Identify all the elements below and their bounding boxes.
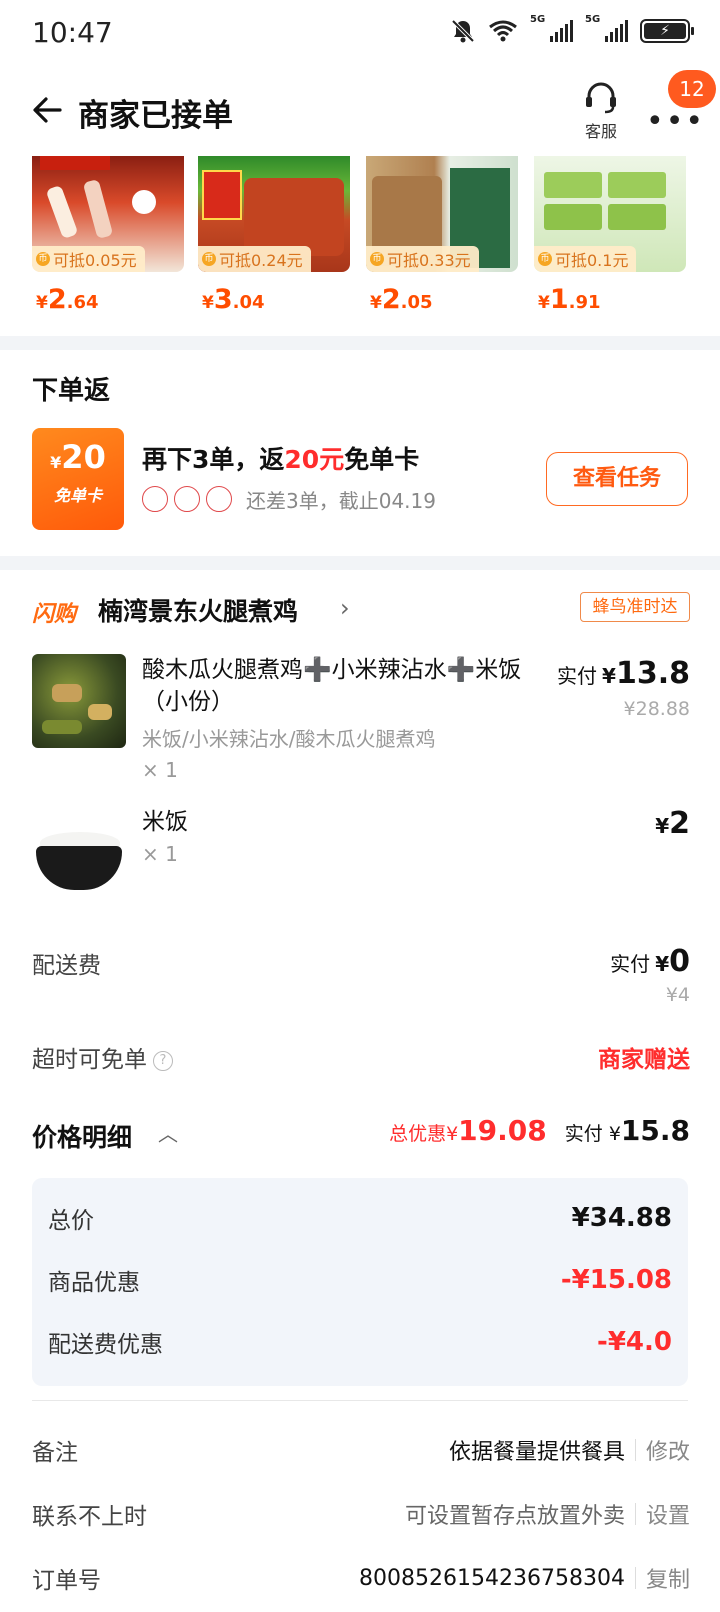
price-summary: 总优惠¥19.08 实付 ¥15.8 — [389, 1114, 690, 1147]
delivery-fee-original: ¥4 — [665, 984, 690, 1006]
page-title: 商家已接单 — [78, 98, 233, 134]
status-bar: 10:47 5G 5G ⚡ — [0, 0, 720, 68]
product-card[interactable]: 币可抵0.1元 ¥1.91 — [534, 156, 686, 315]
total-paid: 实付 ¥15.8 — [564, 1114, 690, 1147]
signal-label-2: 5G — [585, 14, 601, 25]
shangou-logo: 闪购 — [32, 602, 77, 627]
product-image: 币可抵0.1元 — [534, 156, 686, 272]
product-price: ¥2.05 — [370, 284, 433, 315]
status-time: 10:47 — [32, 16, 113, 49]
recommend-product-strip: 币可抵0.05元 ¥2.64 币可抵0.24元 ¥3.04 币可抵0.33元 ¥… — [0, 156, 720, 316]
item-options: 米饭/小米辣沾水/酸木瓜火腿煮鸡 — [142, 727, 436, 751]
coin-icon: 币 — [370, 252, 384, 266]
return-task-sub: 还差3单，截止04.19 — [246, 489, 436, 513]
signal-label-1: 5G — [530, 14, 546, 25]
total-discount: 总优惠¥19.08 — [389, 1114, 547, 1147]
deduct-tag-text: 可抵0.1元 — [555, 251, 629, 270]
item-paid: 实付 ¥13.8 — [556, 656, 690, 691]
product-image: 币可抵0.05元 — [32, 156, 184, 272]
item-paid: ¥2 — [655, 806, 690, 841]
coin-icon: 币 — [36, 252, 50, 266]
more-menu-button[interactable]: ••• — [646, 104, 705, 139]
product-image: 币可抵0.33元 — [366, 156, 518, 272]
breakdown-row: 商品优惠 -¥15.08 — [48, 1265, 672, 1296]
chevron-up-icon[interactable]: ︿ — [158, 1118, 178, 1147]
product-card[interactable]: 币可抵0.24元 ¥3.04 — [198, 156, 350, 315]
view-task-button[interactable]: 查看任务 — [546, 452, 688, 506]
return-task-headline: 再下3单，返20元免单卡 — [142, 445, 420, 474]
delivery-badge: 蜂鸟准时达 — [580, 592, 690, 622]
item-quantity: × 1 — [142, 758, 178, 782]
chevron-right-icon[interactable]: › — [340, 594, 350, 622]
delivery-fee-label: 配送费 — [32, 953, 101, 979]
order-number-row: 订单号 8008526154236758304 复制 — [32, 1560, 690, 1596]
task-progress-circles — [142, 486, 232, 512]
price-detail-title[interactable]: 价格明细 — [32, 1118, 132, 1154]
status-icons: 5G 5G ⚡ — [450, 14, 694, 44]
item-name: 酸木瓜火腿煮鸡➕小米辣沾水➕米饭（小份） — [142, 657, 522, 715]
item-name: 米饭 — [142, 809, 188, 835]
coin-icon: 币 — [538, 252, 552, 266]
free-card-amount: ¥20 — [50, 438, 106, 476]
header: 商家已接单 客服 ••• — [0, 78, 720, 148]
price-breakdown-box: 总价 ¥34.88 商品优惠 -¥15.08 配送费优惠 -¥4.0 — [32, 1178, 688, 1386]
free-order-card: ¥20 免单卡 — [32, 428, 124, 530]
wifi-icon — [489, 20, 517, 42]
overtime-free-label: 超时可免单? — [32, 1040, 173, 1074]
item-quantity: × 1 — [142, 842, 178, 866]
help-icon[interactable]: ? — [153, 1050, 173, 1071]
deduct-tag-text: 可抵0.24元 — [219, 251, 303, 270]
deduct-tag: 币可抵0.1元 — [534, 246, 637, 272]
notification-badge: 12 — [668, 70, 716, 108]
deduct-tag: 币可抵0.24元 — [198, 246, 311, 272]
deduct-tag: 币可抵0.33元 — [366, 246, 479, 272]
battery-icon: ⚡ — [640, 19, 694, 43]
headset-icon — [586, 82, 616, 114]
product-price: ¥1.91 — [538, 284, 601, 315]
shop-name-link[interactable]: 楠湾景东火腿煮鸡 — [98, 592, 298, 628]
return-section-title: 下单返 — [32, 376, 111, 406]
customer-service-button[interactable]: 客服 — [576, 82, 626, 142]
item-image[interactable] — [32, 808, 126, 902]
mute-bell-icon — [451, 19, 475, 43]
coin-icon: 币 — [202, 252, 216, 266]
free-card-label: 免单卡 — [53, 486, 102, 505]
section-divider — [0, 336, 720, 350]
merchant-gift-text: 商家赠送 — [598, 1047, 690, 1073]
edit-remark-button[interactable]: 修改 — [646, 1434, 690, 1466]
product-price: ¥3.04 — [202, 284, 265, 315]
item-original-price: ¥28.88 — [623, 698, 690, 720]
product-card[interactable]: 币可抵0.33元 ¥2.05 — [366, 156, 518, 315]
customer-service-label: 客服 — [584, 122, 617, 141]
unreachable-row: 联系不上时 可设置暂存点放置外卖 设置 — [32, 1496, 690, 1532]
deduct-tag-text: 可抵0.05元 — [53, 251, 137, 270]
back-arrow-icon[interactable] — [30, 92, 66, 128]
signal-5g-icon-1: 5G — [530, 14, 573, 42]
breakdown-row: 配送费优惠 -¥4.0 — [48, 1327, 672, 1358]
divider — [32, 1400, 688, 1401]
deduct-tag-text: 可抵0.33元 — [387, 251, 471, 270]
copy-order-number-button[interactable]: 复制 — [646, 1562, 690, 1594]
product-price: ¥2.64 — [36, 284, 99, 315]
section-divider — [0, 556, 720, 570]
product-image: 币可抵0.24元 — [198, 156, 350, 272]
delivery-fee-paid: 实付 ¥0 — [610, 944, 690, 979]
signal-5g-icon-2: 5G — [585, 14, 628, 42]
product-card[interactable]: 币可抵0.05元 ¥2.64 — [32, 156, 184, 315]
item-image[interactable] — [32, 654, 126, 748]
set-dropoff-button[interactable]: 设置 — [646, 1498, 690, 1530]
remark-row: 备注 依据餐量提供餐具 修改 — [32, 1432, 690, 1468]
deduct-tag: 币可抵0.05元 — [32, 246, 145, 272]
breakdown-row: 总价 ¥34.88 — [48, 1203, 672, 1234]
